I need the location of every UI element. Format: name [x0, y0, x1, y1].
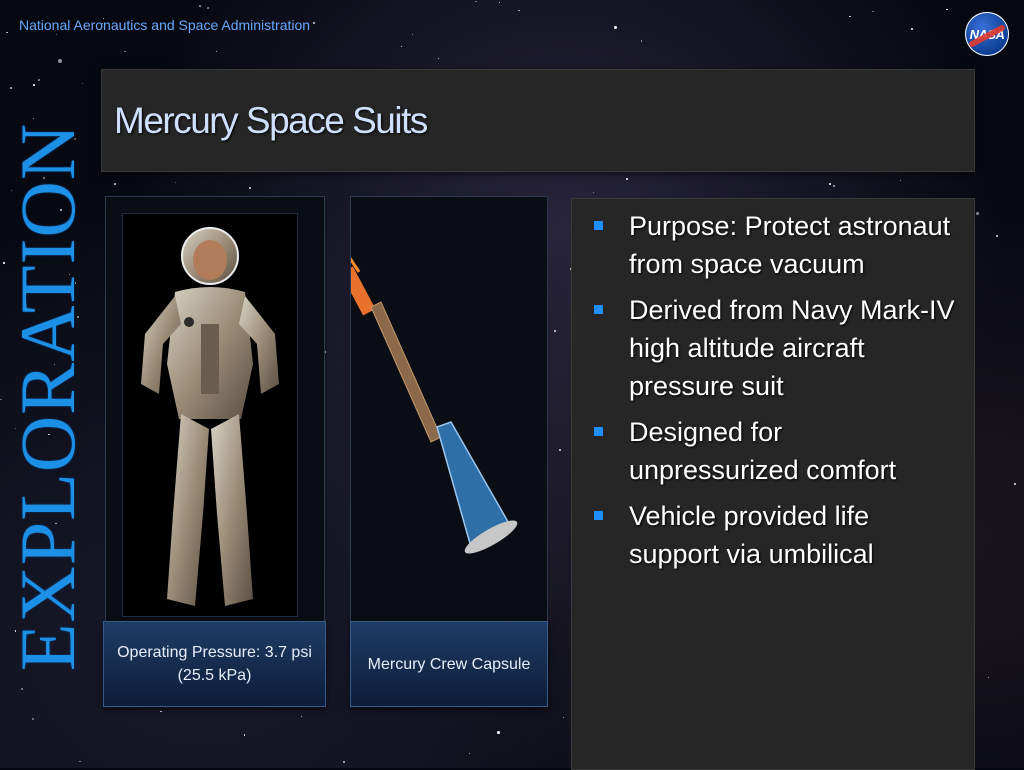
star: [910, 28, 913, 30]
capsule-caption-text: Mercury Crew Capsule: [367, 655, 531, 673]
bullet-list: Purpose: Protect astronaut from space va…: [572, 199, 974, 573]
star: [113, 183, 116, 185]
organization-name: National Aeronautics and Space Administr…: [19, 17, 311, 33]
star: [312, 21, 315, 24]
star: [640, 40, 643, 42]
vertical-banner: EXPLORATION: [4, 62, 91, 732]
star: [829, 182, 831, 185]
star: [206, 6, 209, 9]
content-panel: Purpose: Protect astronaut from space va…: [571, 198, 975, 770]
capsule-image-panel: [340, 196, 548, 624]
star: [899, 179, 901, 181]
star: [849, 15, 851, 17]
star: [592, 191, 594, 193]
star: [554, 330, 556, 332]
star: [343, 760, 345, 763]
astronaut-spacesuit-image: [141, 227, 279, 606]
star: [833, 184, 835, 187]
nasa-logo: NASA: [965, 12, 1009, 56]
title-bar: Mercury Space Suits: [101, 69, 975, 172]
page-title: Mercury Space Suits: [114, 100, 428, 141]
bullet-item: Designed for unpressurized comfort: [594, 413, 958, 489]
star: [6, 31, 8, 33]
vertical-banner-text: EXPLORATION: [4, 122, 91, 672]
bullet-item: Purpose: Protect astronaut from space va…: [594, 207, 958, 283]
star: [995, 235, 998, 237]
star: [496, 731, 500, 735]
star: [946, 8, 948, 11]
mercury-capsule-image: [340, 251, 518, 554]
bullet-item: Derived from Navy Mark-IV high altitude …: [594, 291, 958, 405]
star: [626, 178, 628, 180]
spacesuit-caption-text: Operating Pressure: 3.7 psi (25.5 kPa): [117, 644, 312, 684]
spacesuit-image-frame: [122, 213, 298, 617]
spacesuit-image-panel: [105, 196, 325, 624]
star: [614, 26, 617, 29]
spacesuit-caption: Operating Pressure: 3.7 psi (25.5 kPa): [103, 621, 326, 707]
bullet-item: Vehicle provided life support via umbili…: [594, 497, 958, 573]
star: [199, 5, 201, 7]
star: [124, 50, 126, 53]
capsule-caption: Mercury Crew Capsule: [350, 621, 548, 707]
